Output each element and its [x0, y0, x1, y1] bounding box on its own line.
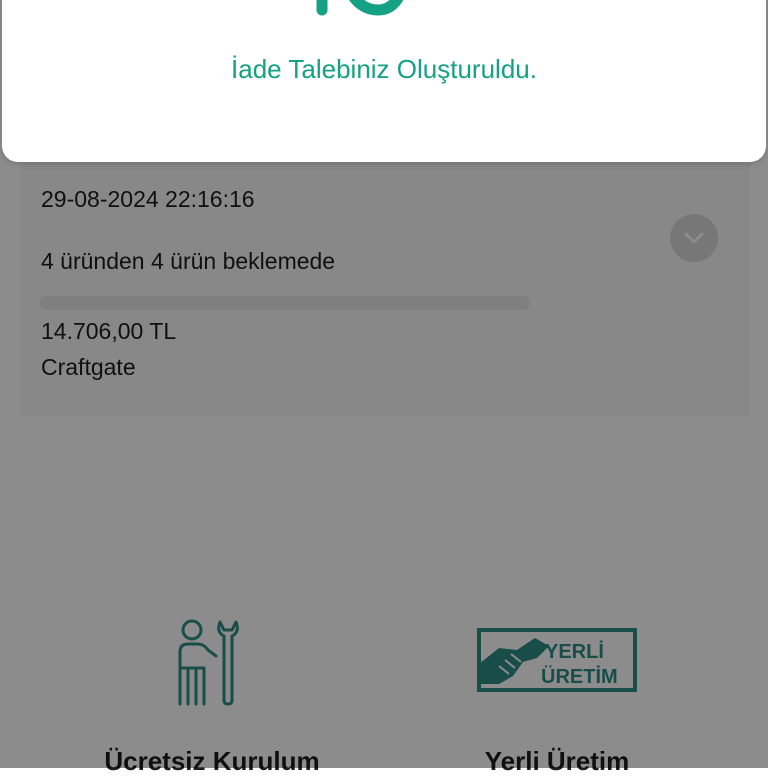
refund-success-modal: İade Talebiniz Oluşturuldu.	[2, 0, 766, 162]
modal-message: İade Talebiniz Oluşturuldu.	[231, 54, 537, 84]
success-check-icon	[316, 0, 404, 16]
